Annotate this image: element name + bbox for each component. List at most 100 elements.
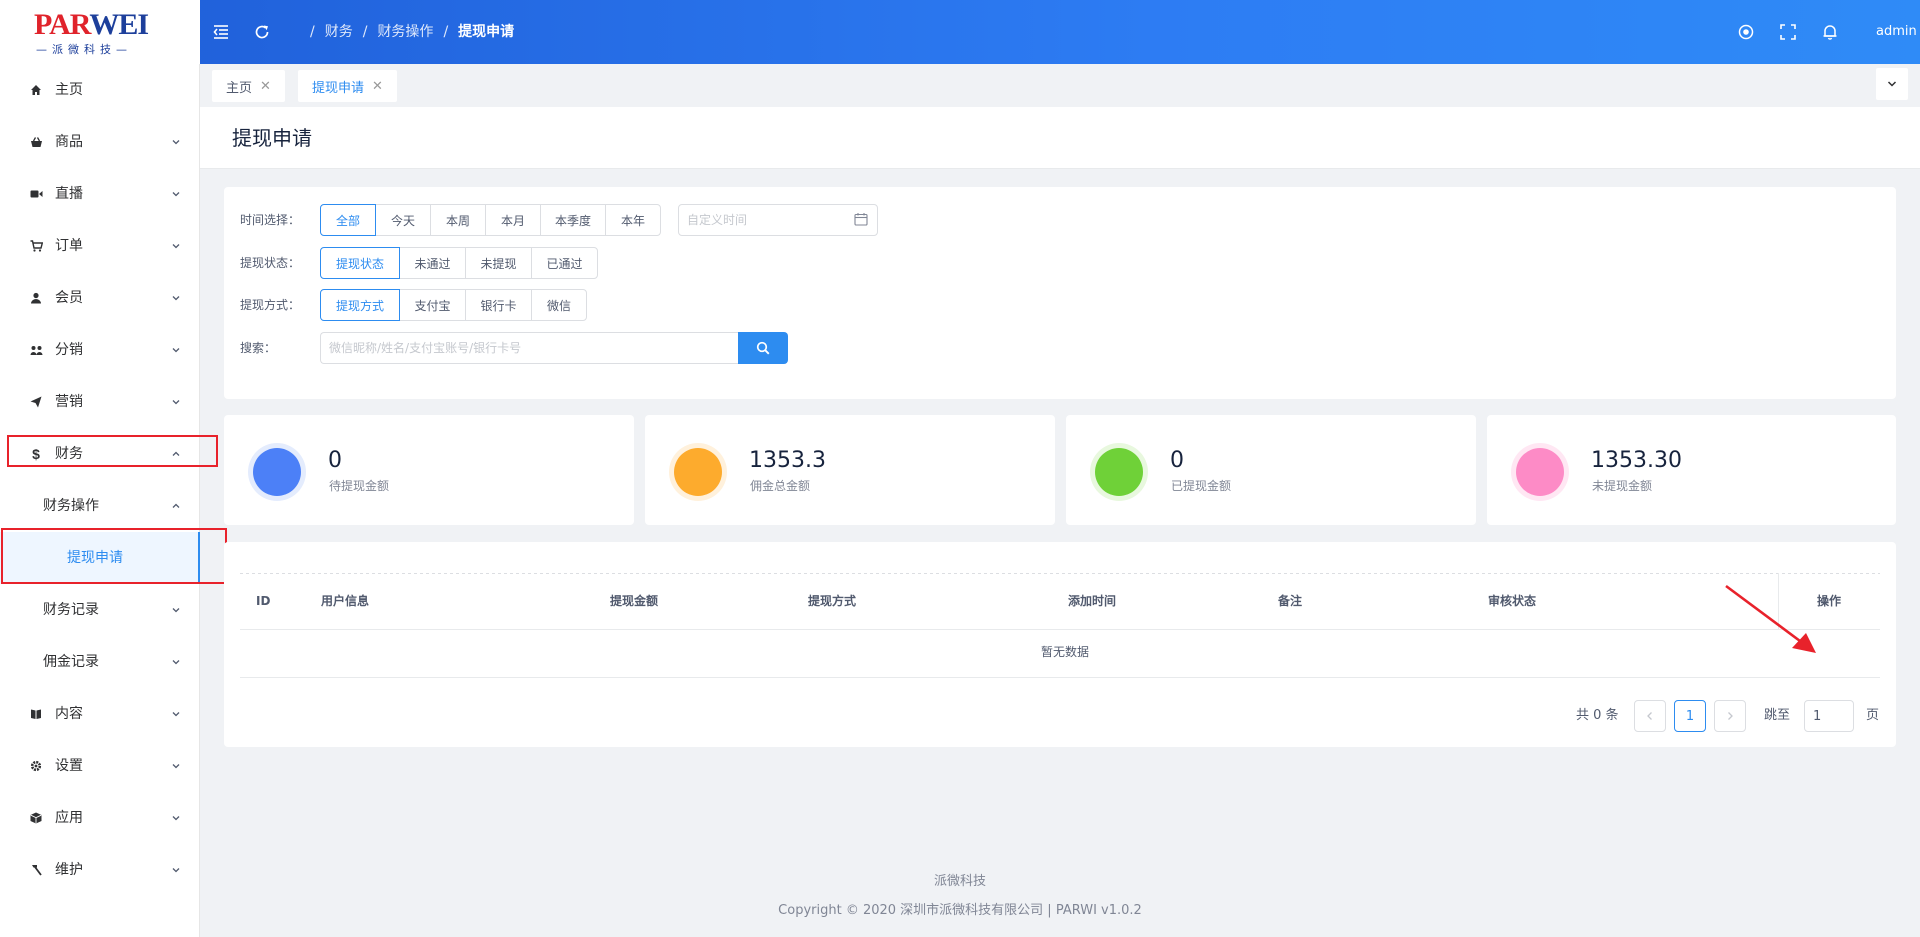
calendar-icon[interactable]	[854, 212, 868, 226]
search-button[interactable]	[738, 332, 788, 364]
status-filter-group: 提现状态 未通过 未提现 已通过	[320, 247, 598, 279]
sidebar-item-label: 主页	[55, 82, 83, 98]
pagination-prev-button[interactable]	[1634, 700, 1666, 732]
search-input[interactable]	[320, 332, 738, 364]
sidebar-item-home[interactable]: 主页	[0, 64, 200, 116]
column-header-amount[interactable]: 提现金额	[610, 592, 658, 610]
table-header-divider	[240, 629, 1880, 630]
stat-card-not-withdrawn: 1353.30 未提现金额	[1487, 415, 1896, 525]
filter-card: 时间选择： 全部 今天 本周 本月 本季度 本年 提现状态： 提现状态 未通过 …	[224, 187, 1896, 399]
custom-date-input[interactable]	[678, 204, 878, 236]
top-header: PARWEI —派微科技— / 财务 / 财务操作 / 提现申请 admin	[0, 0, 1920, 64]
chevron-down-icon	[172, 712, 180, 717]
user-name[interactable]: admin	[1876, 22, 1917, 42]
sidebar-item-apps[interactable]: 应用	[0, 792, 200, 844]
bell-icon[interactable]	[1818, 20, 1842, 44]
sidebar-item-distribution[interactable]: 分销	[0, 324, 200, 376]
pagination-next-button[interactable]	[1714, 700, 1746, 732]
gear-icon	[28, 758, 44, 774]
table-top-divider	[240, 573, 1880, 574]
pagination-jump-input[interactable]	[1804, 700, 1854, 732]
method-option-bank[interactable]: 银行卡	[465, 289, 532, 321]
page-title: 提现申请	[232, 126, 312, 150]
sidebar-item-live[interactable]: 直播	[0, 168, 200, 220]
breadcrumb-item-finance-ops[interactable]: 财务操作	[377, 22, 433, 42]
page-header: 提现申请	[200, 107, 1920, 169]
time-option-all[interactable]: 全部	[320, 204, 376, 236]
chevron-down-icon	[172, 764, 180, 769]
sidebar-item-label: 营销	[55, 394, 83, 410]
sidebar-item-orders[interactable]: 订单	[0, 220, 200, 272]
column-header-review-status[interactable]: 审核状态	[1488, 592, 1536, 610]
stat-value: 0	[1170, 448, 1184, 473]
pagination-page-suffix: 页	[1866, 708, 1880, 723]
sidebar-item-maintenance[interactable]: 维护	[0, 844, 200, 896]
sidebar-item-content[interactable]: 内容	[0, 688, 200, 740]
annotation-arrow	[1725, 584, 1816, 653]
sidebar-item-commission-records[interactable]: 佣金记录	[0, 636, 200, 688]
sidebar-item-label: 直播	[55, 186, 83, 202]
chevron-down-icon	[172, 244, 180, 249]
cube-icon	[28, 810, 44, 826]
close-icon[interactable]: ✕	[260, 79, 271, 94]
basket-icon	[28, 134, 44, 150]
pagination-page-button[interactable]: 1	[1674, 700, 1706, 732]
book-icon	[28, 706, 44, 722]
chevron-right-icon	[1728, 712, 1733, 720]
annotation-box-withdraw	[1, 528, 227, 584]
column-header-actions: 操作	[1817, 594, 1842, 608]
fullscreen-icon[interactable]	[1776, 20, 1800, 44]
column-header-remark[interactable]: 备注	[1278, 592, 1302, 610]
time-option-quarter[interactable]: 本季度	[540, 204, 606, 236]
status-option-all[interactable]: 提现状态	[320, 247, 400, 279]
logo-wordmark-part-2: WEI	[89, 8, 149, 41]
tab-home[interactable]: 主页 ✕	[212, 70, 285, 102]
status-option-approved[interactable]: 已通过	[531, 247, 598, 279]
status-option-rejected[interactable]: 未通过	[399, 247, 466, 279]
stat-label: 未提现金额	[1592, 479, 1653, 493]
method-option-all[interactable]: 提现方式	[320, 289, 400, 321]
sidebar-item-marketing[interactable]: 营销	[0, 376, 200, 428]
status-option-pending[interactable]: 未提现	[465, 247, 532, 279]
footer-copyright: Copyright © 2020 深圳市派微科技有限公司 | PARWI v1.…	[778, 903, 1142, 918]
time-option-year[interactable]: 本年	[605, 204, 661, 236]
chevron-down-icon	[172, 192, 180, 197]
status-filter-label: 提现状态：	[240, 256, 301, 270]
chevron-down-icon	[1887, 81, 1897, 87]
time-option-week[interactable]: 本周	[430, 204, 486, 236]
tabs-more-button[interactable]	[1876, 68, 1908, 100]
logo-wordmark: PARWEI	[34, 8, 149, 42]
chevron-down-icon	[172, 660, 180, 665]
sidebar-item-goods[interactable]: 商品	[0, 116, 200, 168]
sidebar-item-members[interactable]: 会员	[0, 272, 200, 324]
time-option-month[interactable]: 本月	[485, 204, 541, 236]
breadcrumb-item-finance[interactable]: 财务	[325, 22, 353, 42]
column-header-add-time[interactable]: 添加时间	[1068, 592, 1116, 610]
logo[interactable]: PARWEI —派微科技—	[0, 0, 200, 64]
search-icon	[756, 341, 770, 355]
column-header-id[interactable]: ID	[256, 592, 270, 610]
sidebar-item-finance-records[interactable]: 财务记录	[0, 584, 200, 636]
chevron-down-icon	[172, 868, 180, 873]
sidebar-item-finance-ops[interactable]: 财务操作	[0, 480, 200, 532]
menu-fold-icon[interactable]	[209, 20, 233, 44]
locate-icon[interactable]	[1734, 20, 1758, 44]
close-icon[interactable]: ✕	[372, 79, 383, 94]
tab-withdraw-apply[interactable]: 提现申请 ✕	[298, 70, 397, 102]
method-option-wechat[interactable]: 微信	[531, 289, 587, 321]
stat-ring	[669, 443, 727, 501]
sidebar-item-label: 商品	[55, 134, 83, 150]
refresh-icon[interactable]	[250, 20, 274, 44]
sidebar-item-label: 订单	[55, 238, 83, 254]
stat-dot	[1095, 448, 1143, 496]
stat-value: 1353.3	[749, 448, 826, 473]
column-header-method[interactable]: 提现方式	[808, 592, 856, 610]
sidebar-item-label: 分销	[55, 342, 83, 358]
time-option-today[interactable]: 今天	[375, 204, 431, 236]
column-header-user-info[interactable]: 用户信息	[321, 592, 369, 610]
pagination-total: 共 0 条	[1576, 708, 1619, 723]
send-icon	[28, 394, 44, 410]
sidebar-item-settings[interactable]: 设置	[0, 740, 200, 792]
method-option-alipay[interactable]: 支付宝	[399, 289, 466, 321]
sidebar-item-label: 财务操作	[43, 498, 99, 514]
